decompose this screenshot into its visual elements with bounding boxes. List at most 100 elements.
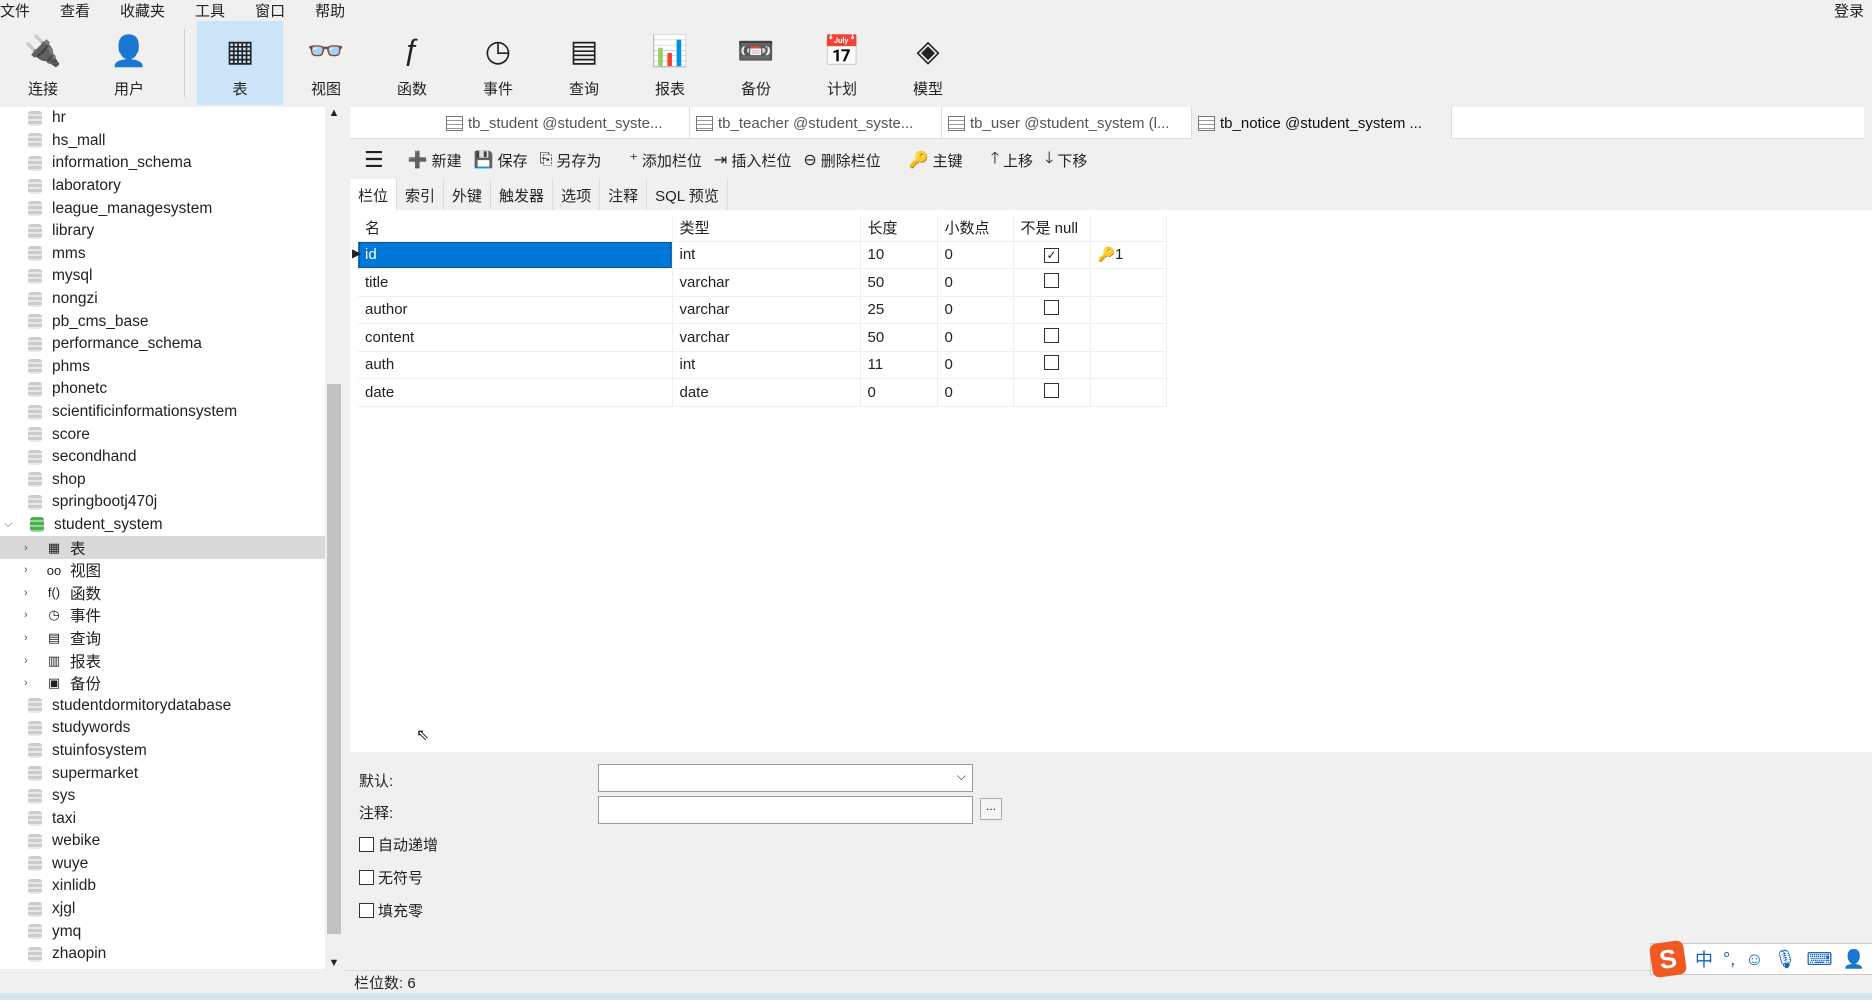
menu-item[interactable]: 查看	[60, 0, 90, 21]
designer-tab[interactable]: SQL 预览	[647, 179, 728, 210]
toolbar-plug-button[interactable]: 🔌 连接	[0, 21, 86, 105]
column-header[interactable]	[1090, 215, 1167, 242]
toolbar-backup-button[interactable]: 📼 备份	[713, 21, 799, 105]
menu-item[interactable]: 窗口	[255, 0, 285, 21]
not-null-checkbox[interactable]	[1044, 327, 1059, 343]
not-null-checkbox[interactable]: ✓	[1044, 248, 1059, 264]
user-icon[interactable]: 👤	[1842, 949, 1864, 970]
emoji-icon[interactable]: ☺	[1745, 949, 1763, 970]
tree-item-object-group[interactable]: › ◷ 事件	[0, 604, 325, 627]
grid-cell[interactable]: varchar	[672, 296, 861, 324]
tree-item-database[interactable]: shop	[0, 469, 325, 492]
grid-cell[interactable]	[1013, 268, 1091, 297]
tree-item-database[interactable]: supermarket	[0, 762, 325, 785]
chevron-right-icon[interactable]: ›	[24, 587, 36, 599]
column-header[interactable]: 小数点	[937, 215, 1014, 242]
chevron-right-icon[interactable]: ›	[24, 564, 36, 576]
column-header[interactable]: 长度	[860, 215, 938, 242]
grid-cell[interactable]	[1090, 323, 1167, 352]
grid-cell[interactable]	[1013, 323, 1091, 352]
tree-item-database[interactable]: ymq	[0, 920, 325, 943]
grid-cell[interactable]: title	[358, 268, 673, 297]
tree-item-database[interactable]: xinlidb	[0, 875, 325, 898]
ime-punctuation[interactable]: °,	[1723, 949, 1735, 970]
toolbar-function-button[interactable]: ƒ 函数	[369, 21, 455, 105]
grid-cell[interactable]: auth	[358, 351, 673, 379]
toolbar-query-button[interactable]: ▤ 查询	[541, 21, 627, 105]
save-button[interactable]: 💾 保存	[474, 150, 528, 171]
add-field-button[interactable]: ⁺ 添加栏位	[629, 150, 701, 171]
column-header[interactable]: 类型	[672, 215, 861, 242]
grid-cell[interactable]	[1090, 351, 1167, 379]
grid-cell[interactable]: int	[672, 351, 861, 379]
sogou-logo-icon[interactable]: S	[1648, 939, 1688, 979]
menu-item[interactable]: 工具	[195, 0, 225, 21]
tree-item-database[interactable]: mms	[0, 243, 325, 266]
grid-cell[interactable]: date	[672, 378, 861, 407]
toolbar-model-button[interactable]: ◈ 模型	[885, 21, 971, 105]
table-row[interactable]: author varchar 25 0	[358, 296, 1167, 324]
not-null-checkbox[interactable]	[1044, 355, 1059, 371]
default-select[interactable]: ⌵	[598, 764, 973, 792]
ime-language[interactable]: 中	[1695, 946, 1713, 972]
toolbar-user-button[interactable]: 👤 用户	[86, 21, 172, 105]
tree-item-database[interactable]: ⌵ student_system	[0, 514, 325, 537]
tree-item-database[interactable]: mysql	[0, 265, 325, 288]
grid-cell[interactable]: 0	[937, 378, 1014, 407]
tree-item-object-group[interactable]: › oo 视图	[0, 559, 325, 582]
tree-item-database[interactable]: wuye	[0, 853, 325, 876]
table-row[interactable]: id int 10 0 ✓ 🔑1	[358, 241, 1167, 269]
tree-item-database[interactable]: league_managesystem	[0, 197, 325, 220]
delete-field-button[interactable]: ⊖ 删除栏位	[803, 150, 880, 171]
menu-item[interactable]: 文件	[0, 0, 30, 21]
tree-item-database[interactable]: score	[0, 423, 325, 446]
move-up-button[interactable]: 🡑 上移	[991, 147, 1033, 174]
grid-cell[interactable]: author	[358, 296, 673, 324]
comment-input[interactable]	[598, 796, 973, 824]
tree-item-object-group[interactable]: › ▤ 查询	[0, 627, 325, 650]
grid-cell[interactable]: int	[672, 241, 861, 269]
tree-item-database[interactable]: nongzi	[0, 288, 325, 311]
grid-cell[interactable]: 0	[937, 323, 1014, 352]
menu-item[interactable]: 帮助	[315, 0, 345, 21]
grid-cell[interactable]: 50	[860, 323, 938, 352]
grid-cell[interactable]: 0	[860, 378, 938, 407]
tree-item-database[interactable]: scientificinformationsystem	[0, 401, 325, 424]
designer-tab[interactable]: 外键	[444, 179, 492, 210]
auto-increment-checkbox[interactable]: 自动递增	[359, 834, 438, 855]
designer-tab[interactable]: 注释	[600, 179, 648, 210]
chevron-right-icon[interactable]: ›	[24, 677, 36, 689]
grid-cell[interactable]	[1013, 296, 1091, 324]
not-null-checkbox[interactable]	[1044, 272, 1059, 288]
toolbar-event-button[interactable]: ◷ 事件	[455, 21, 541, 105]
grid-cell[interactable]: varchar	[672, 268, 861, 297]
grid-cell[interactable]	[1013, 378, 1091, 407]
tree-item-database[interactable]: phonetc	[0, 378, 325, 401]
chevron-right-icon[interactable]: ›	[24, 609, 36, 621]
tree-item-database[interactable]: stuinfosystem	[0, 740, 325, 763]
scroll-up-icon[interactable]: ▲	[325, 107, 343, 119]
move-down-button[interactable]: 🡓 下移	[1045, 147, 1087, 174]
hamburger-menu-icon[interactable]: ☰	[364, 147, 384, 173]
tab-tb_user[interactable]: tb_user @student_system (l...	[942, 107, 1192, 139]
chevron-right-icon[interactable]: ›	[24, 542, 36, 554]
tree-item-database[interactable]: taxi	[0, 807, 325, 830]
tree-item-database[interactable]: studywords	[0, 717, 325, 740]
grid-cell[interactable]: 50	[860, 268, 938, 297]
comment-ellipsis-button[interactable]: ...	[980, 798, 1002, 820]
scroll-down-icon[interactable]: ▼	[325, 957, 343, 969]
table-row[interactable]: date date 0 0	[358, 378, 1167, 407]
tree-item-object-group[interactable]: › f() 函数	[0, 581, 325, 604]
keyboard-icon[interactable]: ⌨	[1806, 949, 1832, 970]
grid-cell[interactable]: id	[358, 241, 673, 269]
column-header[interactable]: 名	[358, 215, 673, 242]
zerofill-checkbox[interactable]: 填充零	[359, 900, 423, 921]
unsigned-checkbox[interactable]: 无符号	[359, 867, 423, 888]
chevron-right-icon[interactable]: ›	[24, 655, 36, 667]
tree-item-database[interactable]: library	[0, 220, 325, 243]
grid-cell[interactable]: 0	[937, 351, 1014, 379]
tree-item-database[interactable]: webike	[0, 830, 325, 853]
column-header[interactable]: 不是 null	[1013, 215, 1091, 242]
tab-tb_teacher[interactable]: tb_teacher @student_syste...	[690, 107, 942, 139]
designer-tab[interactable]: 选项	[553, 179, 601, 210]
